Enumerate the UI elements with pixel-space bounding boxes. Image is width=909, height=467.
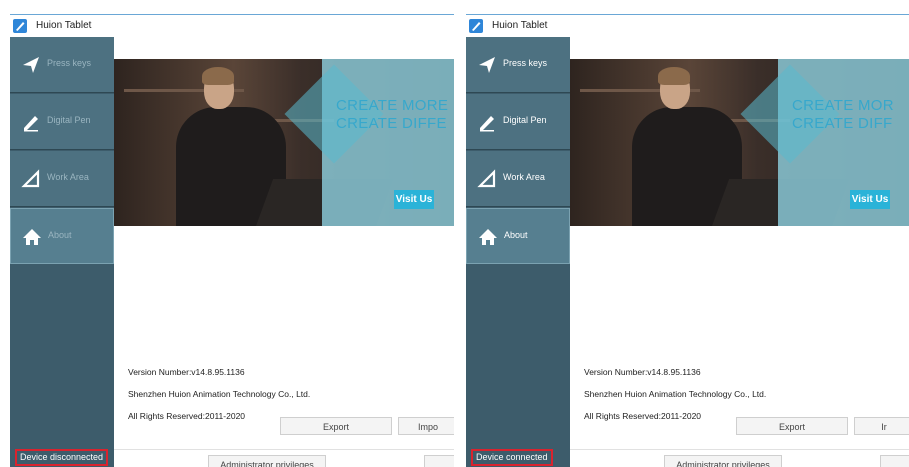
- sidebar: Press keys Digital Pen Work Area About D…: [10, 37, 114, 467]
- window-title: Huion Tablet: [36, 20, 92, 31]
- bottom-right-button[interactable]: [880, 455, 909, 467]
- pen-icon: [480, 116, 494, 132]
- device-status-label: Device disconnected: [15, 449, 109, 466]
- triangle-area-icon: [477, 169, 496, 188]
- copyright-text: All Rights Reserved:2011-2020: [128, 411, 246, 421]
- sidebar-item-label: About: [504, 230, 528, 240]
- huion-window-connected: Huion Tablet Press keys Digital Pen Work…: [466, 14, 909, 467]
- bottom-right-button[interactable]: [424, 455, 454, 467]
- banner-headline-2: CREATE DIFFE: [336, 115, 447, 132]
- sidebar-item-work-area[interactable]: Work Area: [466, 151, 570, 207]
- banner-headline-1: CREATE MOR: [792, 97, 894, 114]
- bottom-divider: [570, 449, 909, 450]
- sidebar-item-press-keys[interactable]: Press keys: [466, 37, 570, 93]
- sidebar-item-label: Press keys: [503, 58, 548, 68]
- sidebar-item-press-keys[interactable]: Press keys: [10, 37, 114, 93]
- import-button[interactable]: Impo: [398, 417, 454, 435]
- export-button[interactable]: Export: [736, 417, 848, 435]
- sidebar-item-work-area[interactable]: Work Area: [10, 151, 114, 207]
- banner-person-hair: [202, 67, 234, 85]
- import-button[interactable]: Ir: [854, 417, 909, 435]
- sidebar-item-label: Digital Pen: [47, 115, 91, 125]
- sidebar-item-digital-pen[interactable]: Digital Pen: [466, 94, 570, 150]
- huion-app-icon: [469, 19, 483, 33]
- send-arrow-icon: [479, 57, 495, 73]
- sidebar-item-label: Work Area: [47, 172, 89, 182]
- title-bar: Huion Tablet: [466, 15, 909, 37]
- sidebar-item-about[interactable]: About: [466, 208, 570, 264]
- bottom-divider: [114, 449, 454, 450]
- sidebar-item-label: Digital Pen: [503, 115, 547, 125]
- sidebar-item-label: Press keys: [47, 58, 92, 68]
- window-title: Huion Tablet: [492, 20, 548, 31]
- device-status-label: Device connected: [471, 449, 553, 466]
- about-content: CREATE MORE CREATE DIFFE Visit Us Versio…: [114, 37, 454, 467]
- version-number: Version Number:v14.8.95.1136: [584, 367, 701, 377]
- huion-app-icon: [13, 19, 27, 33]
- administrator-privileges-button[interactable]: Administrator privileges: [208, 455, 326, 467]
- huion-window-disconnected: Huion Tablet Press keys Digital Pen Work…: [10, 14, 454, 467]
- home-icon: [23, 229, 41, 245]
- send-arrow-icon: [23, 57, 39, 73]
- sidebar: Press keys Digital Pen Work Area About D…: [466, 37, 570, 467]
- sidebar-item-about[interactable]: About: [10, 208, 114, 264]
- visit-us-button[interactable]: Visit Us: [850, 190, 890, 209]
- visit-us-button[interactable]: Visit Us: [394, 190, 434, 209]
- title-bar: Huion Tablet: [10, 15, 454, 37]
- administrator-privileges-button[interactable]: Administrator privileges: [664, 455, 782, 467]
- copyright-text: All Rights Reserved:2011-2020: [584, 411, 702, 421]
- company-name: Shenzhen Huion Animation Technology Co.,…: [584, 389, 767, 399]
- home-icon: [479, 229, 497, 245]
- about-content: CREATE MOR CREATE DIFF Visit Us Version …: [570, 37, 909, 467]
- version-number: Version Number:v14.8.95.1136: [128, 367, 245, 377]
- company-name: Shenzhen Huion Animation Technology Co.,…: [128, 389, 311, 399]
- pen-icon: [24, 116, 38, 132]
- banner-person-hair: [658, 67, 690, 85]
- promo-banner: CREATE MORE CREATE DIFFE Visit Us: [114, 59, 454, 226]
- triangle-area-icon: [21, 169, 40, 188]
- sidebar-item-digital-pen[interactable]: Digital Pen: [10, 94, 114, 150]
- promo-banner: CREATE MOR CREATE DIFF Visit Us: [570, 59, 909, 226]
- sidebar-item-label: Work Area: [503, 172, 545, 182]
- banner-headline-2: CREATE DIFF: [792, 115, 893, 132]
- export-button[interactable]: Export: [280, 417, 392, 435]
- banner-headline-1: CREATE MORE: [336, 97, 449, 114]
- sidebar-item-label: About: [48, 230, 72, 240]
